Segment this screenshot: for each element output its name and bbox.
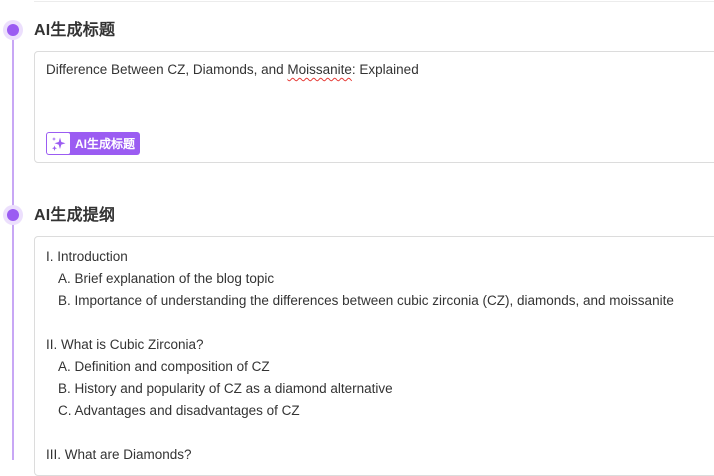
outline-line: III. What are Diamonds? <box>46 447 192 462</box>
outline-line: C. Advantages and disadvantages of CZ <box>58 403 300 418</box>
title-text-part: : Explained <box>351 62 419 77</box>
outline-textarea[interactable]: I. Introduction A. Brief explanation of … <box>34 236 714 476</box>
top-divider <box>34 1 714 2</box>
timeline-dot-title <box>3 20 23 40</box>
outline-blank-line <box>46 422 674 444</box>
timeline-dot-outline <box>3 205 23 225</box>
title-text-part: Difference Between CZ, Diamonds, and <box>46 62 288 77</box>
section-heading-outline: AI生成提纲 <box>34 207 116 224</box>
spellcheck-word: Moissanite <box>287 62 352 77</box>
outline-line: B. Importance of understanding the diffe… <box>58 293 674 308</box>
section-heading-title: AI生成标题 <box>34 22 116 39</box>
outline-line: I. Introduction <box>46 249 128 264</box>
generate-title-button-label: AI生成标题 <box>75 137 136 151</box>
outline-line: II. What is Cubic Zirconia? <box>46 337 204 352</box>
outline-blank-line <box>46 312 674 334</box>
outline-line: B. History and popularity of CZ as a dia… <box>58 381 393 396</box>
title-textarea[interactable]: Difference Between CZ, Diamonds, and Moi… <box>34 51 714 163</box>
generated-title-text: Difference Between CZ, Diamonds, and Moi… <box>46 62 419 77</box>
timeline-line <box>12 30 14 460</box>
generate-title-button[interactable]: AI生成标题 <box>46 132 141 155</box>
outline-list: I. Introduction A. Brief explanation of … <box>46 246 674 466</box>
outline-line: A. Definition and composition of CZ <box>58 359 270 374</box>
outline-line: A. Brief explanation of the blog topic <box>58 271 275 286</box>
sparkle-icon <box>47 133 70 154</box>
